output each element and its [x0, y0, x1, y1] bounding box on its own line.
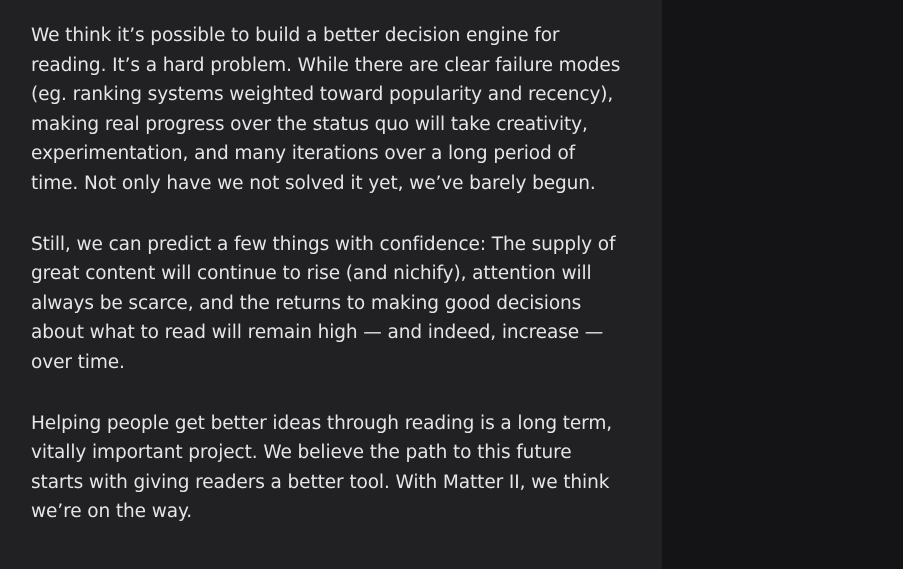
page: We think it’s possible to build a better… — [0, 0, 903, 569]
article-body: We think it’s possible to build a better… — [31, 21, 621, 558]
article-paragraph-2: Still, we can predict a few things with … — [31, 233, 616, 373]
side-panel — [662, 0, 903, 569]
article-paragraph-1: We think it’s possible to build a better… — [31, 25, 621, 194]
reader-pane[interactable]: We think it’s possible to build a better… — [0, 0, 662, 569]
article-paragraph-3: Helping people get better ideas through … — [31, 412, 613, 523]
